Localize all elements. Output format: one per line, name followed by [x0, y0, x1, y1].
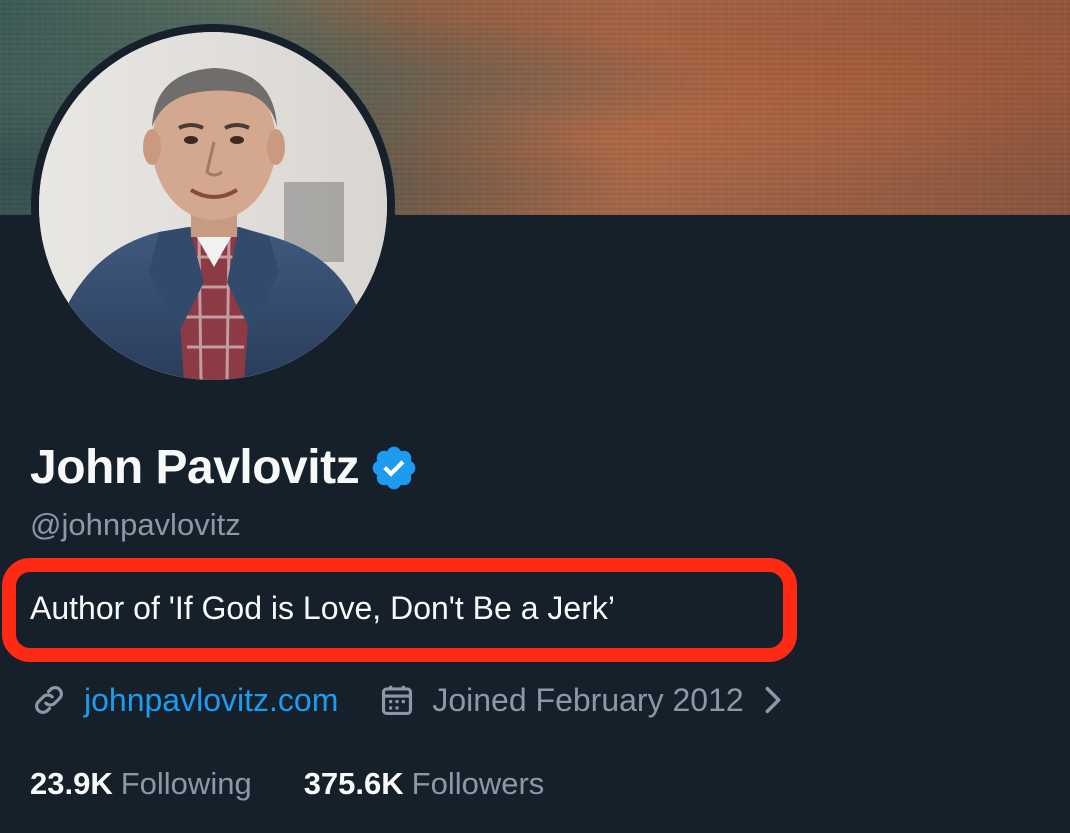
- followers-count: 375.6K: [303, 766, 404, 801]
- profile-handle: @johnpavlovitz: [30, 507, 241, 542]
- verified-badge-icon[interactable]: [369, 443, 419, 493]
- followers-stat[interactable]: 375.6K Followers: [304, 766, 545, 802]
- profile-page: John Pavlovitz @johnpavlovitz Author of …: [0, 0, 1070, 833]
- profile-bio: Author of 'If God is Love, Don't Be a Je…: [30, 590, 615, 626]
- avatar-photo: [39, 32, 387, 380]
- following-count: 23.9K: [30, 766, 113, 801]
- following-stat[interactable]: 23.9K Following: [30, 766, 252, 802]
- website-link[interactable]: johnpavlovitz.com: [84, 682, 338, 719]
- joined-date: Joined February 2012: [432, 681, 744, 718]
- profile-meta-row: johnpavlovitz.com Joined February 2012: [30, 678, 786, 722]
- profile-avatar[interactable]: [31, 24, 395, 388]
- name-row: John Pavlovitz: [30, 436, 419, 500]
- chevron-right-icon[interactable]: [760, 683, 786, 717]
- link-icon: [30, 681, 68, 719]
- profile-stats: 23.9K Following 375.6K Followers: [30, 764, 544, 804]
- display-name: John Pavlovitz: [30, 441, 360, 494]
- calendar-icon: [378, 681, 416, 719]
- following-label: Following: [120, 766, 252, 801]
- followers-label: Followers: [411, 766, 545, 801]
